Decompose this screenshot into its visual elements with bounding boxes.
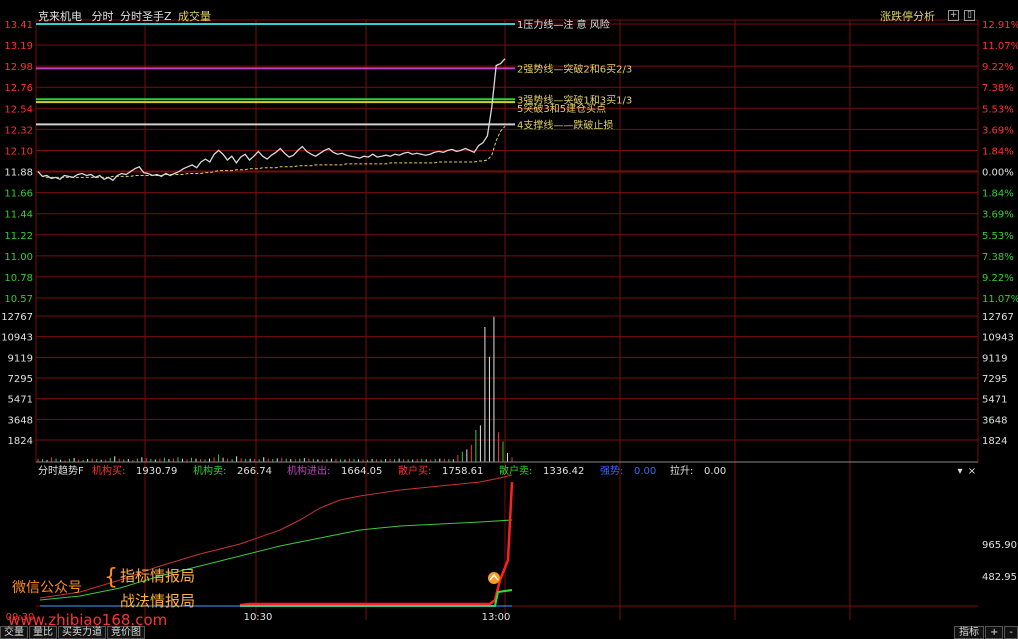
price-tick-label: 11.00 bbox=[4, 252, 33, 263]
level-label: 1压力线—注 意 风险 bbox=[517, 18, 610, 31]
watermark-prefix: 微信公众号 bbox=[12, 580, 82, 596]
indicator-panel-name: 分时趋势F bbox=[38, 464, 84, 477]
zoom-in-button[interactable]: + bbox=[985, 626, 1004, 639]
volume-tick-label: 1824 bbox=[8, 436, 33, 447]
price-tick-label: 13.41 bbox=[4, 20, 33, 31]
chart-mode: 分时 bbox=[91, 10, 114, 23]
price-tick-label: 11.44 bbox=[4, 210, 33, 221]
volume-tick-label: 3648 bbox=[982, 415, 1007, 426]
pct-tick-label: 1.84% bbox=[982, 189, 1014, 200]
pct-tick-label: 11.07% bbox=[982, 41, 1018, 52]
indicator-item-value: 1336.42 bbox=[543, 466, 584, 477]
price-tick-label: 10.57 bbox=[4, 294, 33, 305]
price-tick-label: 12.98 bbox=[4, 62, 33, 73]
tab-volume[interactable]: 交量 bbox=[0, 626, 28, 639]
pct-tick-label: 0.00% bbox=[982, 168, 1014, 179]
indicator-item-value: 0.00 bbox=[704, 466, 726, 477]
volume-tick-label: 12767 bbox=[982, 312, 1014, 323]
watermark-line2: 战法情报局 bbox=[120, 592, 196, 610]
sub-indicator: 成交量 bbox=[178, 10, 212, 23]
indicator-tick-label: 965.90 bbox=[982, 540, 1017, 551]
price-tick-label: 12.32 bbox=[4, 125, 33, 136]
retail-buy-line bbox=[239, 481, 514, 607]
price-tick-label: 12.10 bbox=[4, 146, 33, 157]
watermark-line1: 指标情报局 bbox=[120, 567, 196, 585]
level-label: 4支撑线——跌破止损 bbox=[517, 118, 613, 131]
pct-tick-label: 5.53% bbox=[982, 231, 1014, 242]
brace-icon: { bbox=[104, 565, 118, 590]
price-tick-label: 12.76 bbox=[4, 83, 33, 94]
price-tick-label: 13.19 bbox=[4, 41, 33, 52]
indicator-item-label: 机构买: bbox=[92, 464, 125, 477]
price-tick-label: 11.88 bbox=[4, 168, 33, 179]
dropdown-icon: ▾ bbox=[957, 466, 962, 477]
tab-auction[interactable]: 竞价图 bbox=[107, 626, 145, 639]
indicator-item-label: 机构进出: bbox=[287, 464, 330, 477]
volume-tick-label: 1824 bbox=[982, 436, 1007, 447]
pct-tick-label: 5.53% bbox=[982, 104, 1014, 115]
indicator-item-value: 1930.79 bbox=[136, 466, 177, 477]
volume-tick-label: 10943 bbox=[1, 333, 33, 344]
indicator-tick-label: 482.95 bbox=[982, 572, 1017, 583]
zoom-out-button[interactable]: - bbox=[1004, 626, 1018, 639]
panel-toggle-icon[interactable]: ▯ bbox=[964, 10, 975, 21]
limit-analysis-link[interactable]: 涨跌停分析 bbox=[880, 8, 935, 24]
indicator-item-value: 0.00 bbox=[634, 466, 656, 477]
volume-tick-label: 9119 bbox=[8, 353, 33, 364]
pct-tick-label: 12.91% bbox=[982, 20, 1018, 31]
price-line bbox=[37, 58, 506, 182]
indicator-item-label: 散户买: bbox=[398, 464, 431, 477]
intraday-chart[interactable]: 13.41 12.91% 13.19 11.07% 12.98 9.22% 12.76 7.3… bbox=[0, 0, 1018, 639]
stock-name[interactable]: 克来机电 bbox=[38, 10, 82, 23]
volume-tick-label: 7295 bbox=[8, 374, 33, 385]
indicator-item-value: 1758.61 bbox=[442, 466, 483, 477]
level-label: 2强势线—突破2和6买2/3 bbox=[517, 62, 632, 75]
pct-tick-label: 3.69% bbox=[982, 210, 1014, 221]
price-tick-label: 10.78 bbox=[4, 273, 33, 284]
chart-header: 克来机电 分时 分时圣手Z 成交量 bbox=[38, 8, 211, 24]
indicator-name[interactable]: 分时圣手Z bbox=[120, 10, 172, 23]
close-icon: × bbox=[968, 466, 976, 477]
volume-tick-label: 7295 bbox=[982, 374, 1007, 385]
price-tick-label: 12.54 bbox=[4, 104, 33, 115]
settings-icon[interactable]: + bbox=[948, 10, 959, 21]
indicator-item-value: 1664.05 bbox=[341, 466, 382, 477]
volume-tick-label: 3648 bbox=[8, 415, 33, 426]
indicator-item-value: 266.74 bbox=[237, 466, 272, 477]
main-frame bbox=[35, 19, 979, 463]
indicator-item-label: 机构卖: bbox=[193, 464, 226, 477]
indicator-item-label: 拉升: bbox=[670, 464, 693, 477]
volume-tick-label: 10943 bbox=[982, 333, 1014, 344]
tab-volume-ratio[interactable]: 量比 bbox=[29, 626, 57, 639]
right-tabs: 指标 + - bbox=[953, 626, 1018, 639]
pct-tick-label: 9.22% bbox=[982, 273, 1014, 284]
pct-tick-label: 1.84% bbox=[982, 146, 1014, 157]
pct-tick-label: 9.22% bbox=[982, 62, 1014, 73]
pct-tick-label: 3.69% bbox=[982, 125, 1014, 136]
bottom-tabs: 交量 量比 买卖力道 竞价图 bbox=[0, 626, 146, 639]
volume-tick-label: 5471 bbox=[982, 395, 1007, 406]
indicator-item-label: 强势: bbox=[600, 464, 623, 477]
price-tick-label: 11.22 bbox=[4, 231, 33, 242]
pct-tick-label: 7.38% bbox=[982, 83, 1014, 94]
time-label: 10:30 bbox=[244, 612, 273, 623]
volume-tick-label: 12767 bbox=[1, 312, 33, 323]
indicator-item-label: 散户卖: bbox=[499, 464, 532, 477]
pct-tick-label: 7.38% bbox=[982, 252, 1014, 263]
tab-indicator[interactable]: 指标 bbox=[954, 626, 984, 639]
level-label: 5突破3和5建仓买点 bbox=[517, 102, 606, 115]
time-label: 13:00 bbox=[482, 612, 511, 623]
volume-tick-label: 9119 bbox=[982, 353, 1007, 364]
volume-tick-label: 5471 bbox=[8, 395, 33, 406]
tab-buy-sell-power[interactable]: 买卖力道 bbox=[58, 626, 106, 639]
pct-tick-label: 11.07% bbox=[982, 294, 1018, 305]
price-tick-label: 11.66 bbox=[4, 189, 33, 200]
